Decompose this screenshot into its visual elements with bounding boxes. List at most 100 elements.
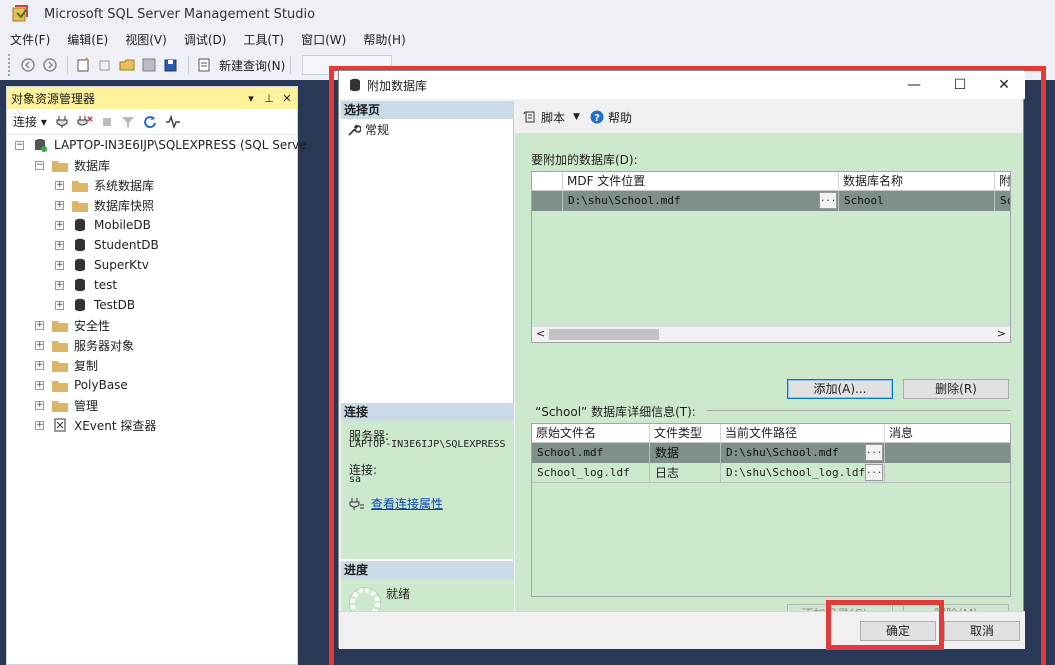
menu-file[interactable]: 文件(F) bbox=[4, 31, 56, 48]
tree-node-superktv[interactable]: + SuperKtv bbox=[55, 255, 149, 275]
file-type-cell[interactable]: 日志 bbox=[650, 463, 721, 483]
details-grid-row[interactable]: School.mdf 数据 D:\shu\School.mdf ... bbox=[532, 443, 1010, 463]
tree-node-server[interactable]: − LAPTOP-IN3E6IJP\SQLEXPRESS (SQL Serve bbox=[15, 135, 307, 155]
db-name-cell[interactable]: School bbox=[839, 191, 995, 211]
collapse-icon[interactable]: − bbox=[35, 160, 44, 170]
toolbar-separator bbox=[67, 56, 68, 74]
expand-icon[interactable]: + bbox=[55, 280, 64, 290]
connect-button[interactable]: 连接 ▾ bbox=[13, 113, 47, 130]
section-divider bbox=[707, 410, 1011, 411]
new-project-icon[interactable] bbox=[73, 55, 93, 75]
tree-node-xevent-profiler[interactable]: + XEvent 探查器 bbox=[35, 415, 156, 435]
expand-icon[interactable]: + bbox=[55, 180, 64, 190]
tree-node-polybase[interactable]: + PolyBase bbox=[35, 375, 128, 395]
cancel-button[interactable]: 取消 bbox=[944, 621, 1020, 641]
new-query-button[interactable]: 新建查询(N) bbox=[219, 57, 285, 74]
new-query-icon[interactable] bbox=[194, 55, 214, 75]
browse-button[interactable]: ... bbox=[865, 464, 883, 481]
expand-icon[interactable]: + bbox=[35, 340, 44, 350]
undo-multi-icon[interactable] bbox=[95, 55, 115, 75]
browse-button[interactable]: ... bbox=[819, 192, 837, 209]
file-type-cell[interactable]: 数据 bbox=[650, 443, 721, 463]
filter-icon[interactable] bbox=[121, 115, 135, 129]
expand-icon[interactable]: + bbox=[55, 220, 64, 230]
expand-icon[interactable]: + bbox=[55, 300, 64, 310]
menu-help[interactable]: 帮助(H) bbox=[357, 31, 411, 48]
minimize-icon[interactable]: — bbox=[891, 71, 937, 99]
current-path-cell[interactable]: D:\shu\School.mdf ... bbox=[721, 443, 885, 463]
dropdown-icon[interactable]: ▾ bbox=[243, 90, 259, 106]
menu-window[interactable]: 窗口(W) bbox=[295, 31, 352, 48]
expand-icon[interactable]: + bbox=[35, 360, 44, 370]
attach-grid-row[interactable]: D:\shu\School.mdf ... School Sc bbox=[532, 191, 1010, 211]
tree-node-database-snapshots[interactable]: + 数据库快照 bbox=[55, 195, 154, 215]
save-all-icon[interactable] bbox=[161, 55, 181, 75]
folder-icon bbox=[72, 178, 88, 192]
tree-node-system-databases[interactable]: + 系统数据库 bbox=[55, 175, 154, 195]
view-connection-properties[interactable]: 查看连接属性 bbox=[349, 495, 443, 512]
expand-icon[interactable]: + bbox=[55, 200, 64, 210]
database-icon bbox=[72, 238, 88, 252]
scroll-thumb[interactable] bbox=[549, 329, 659, 340]
tree-node-replication[interactable]: + 复制 bbox=[35, 355, 98, 375]
current-path-cell[interactable]: D:\shu\School_log.ldf ... bbox=[721, 463, 885, 483]
menu-debug[interactable]: 调试(D) bbox=[178, 31, 233, 48]
tree-node-testdb[interactable]: + TestDB bbox=[55, 295, 135, 315]
open-folder-icon[interactable] bbox=[117, 55, 137, 75]
menu-view[interactable]: 视图(V) bbox=[119, 31, 173, 48]
tree-node-management[interactable]: + 管理 bbox=[35, 395, 98, 415]
expand-icon[interactable]: + bbox=[35, 380, 44, 390]
object-explorer-panel: 对象资源管理器 ▾ ⊥ ✕ 连接 ▾ − LAPTOP-IN3E6IJP\SQL… bbox=[6, 86, 307, 665]
collapse-icon[interactable]: − bbox=[15, 140, 24, 150]
stop-icon[interactable] bbox=[101, 116, 113, 128]
attach-databases-label: 要附加的数据库(D): bbox=[531, 153, 638, 167]
original-file-cell[interactable]: School.mdf bbox=[532, 443, 650, 463]
tree-node-security[interactable]: + 安全性 bbox=[35, 315, 110, 335]
details-grid-row[interactable]: School_log.ldf 日志 D:\shu\School_log.ldf … bbox=[532, 463, 1010, 483]
menu-tools[interactable]: 工具(T) bbox=[237, 31, 290, 48]
close-icon[interactable]: ✕ bbox=[279, 90, 295, 106]
browse-button[interactable]: ... bbox=[865, 444, 883, 461]
object-explorer-title: 对象资源管理器 bbox=[11, 91, 96, 106]
back-icon[interactable] bbox=[18, 55, 38, 75]
forward-icon[interactable] bbox=[40, 55, 60, 75]
page-general[interactable]: 常规 bbox=[347, 121, 389, 138]
mdf-path-cell[interactable]: D:\shu\School.mdf ... bbox=[563, 191, 839, 211]
help-button[interactable]: ? 帮助 bbox=[590, 109, 632, 126]
remove-button[interactable]: 删除(R) bbox=[903, 379, 1009, 399]
tree-node-mobiledb[interactable]: + MobileDB bbox=[55, 215, 151, 235]
message-cell[interactable] bbox=[885, 443, 1010, 463]
expand-icon[interactable]: + bbox=[55, 260, 64, 270]
dialog-toolbar: 脚本 ▼ ? 帮助 bbox=[515, 101, 1023, 133]
folder-icon bbox=[72, 198, 88, 212]
disconnect-icon[interactable] bbox=[77, 115, 93, 129]
save-icon[interactable] bbox=[139, 55, 159, 75]
script-button[interactable]: 脚本 ▼ bbox=[523, 109, 580, 126]
script-icon bbox=[523, 111, 535, 123]
activity-monitor-icon[interactable] bbox=[165, 114, 181, 129]
refresh-icon[interactable] bbox=[143, 115, 157, 129]
attach-as-cell[interactable]: Sc bbox=[995, 191, 1010, 211]
scroll-left-icon[interactable]: < bbox=[536, 327, 545, 340]
message-cell[interactable] bbox=[885, 463, 1010, 483]
database-icon bbox=[350, 78, 360, 92]
expand-icon[interactable]: + bbox=[35, 420, 44, 430]
tree-node-test[interactable]: + test bbox=[55, 275, 117, 295]
maximize-icon[interactable]: ☐ bbox=[937, 71, 983, 99]
expand-icon[interactable]: + bbox=[55, 240, 64, 250]
expand-icon[interactable]: + bbox=[35, 400, 44, 410]
horizontal-scrollbar[interactable]: < > bbox=[532, 326, 1010, 342]
tree-node-studentdb[interactable]: + StudentDB bbox=[55, 235, 159, 255]
tree-node-databases[interactable]: − 数据库 bbox=[35, 155, 110, 175]
original-file-cell[interactable]: School_log.ldf bbox=[532, 463, 650, 483]
plug-icon[interactable] bbox=[55, 115, 69, 129]
expand-icon[interactable]: + bbox=[35, 320, 44, 330]
scroll-right-icon[interactable]: > bbox=[997, 327, 1006, 340]
row-selector[interactable] bbox=[532, 191, 563, 211]
add-button[interactable]: 添加(A)... bbox=[787, 379, 893, 399]
menu-edit[interactable]: 编辑(E) bbox=[61, 31, 114, 48]
close-icon[interactable]: ✕ bbox=[981, 71, 1027, 99]
pin-icon[interactable]: ⊥ bbox=[261, 90, 277, 106]
tree-node-server-objects[interactable]: + 服务器对象 bbox=[35, 335, 134, 355]
database-details-label: “School” 数据库详细信息(T): bbox=[535, 405, 696, 419]
